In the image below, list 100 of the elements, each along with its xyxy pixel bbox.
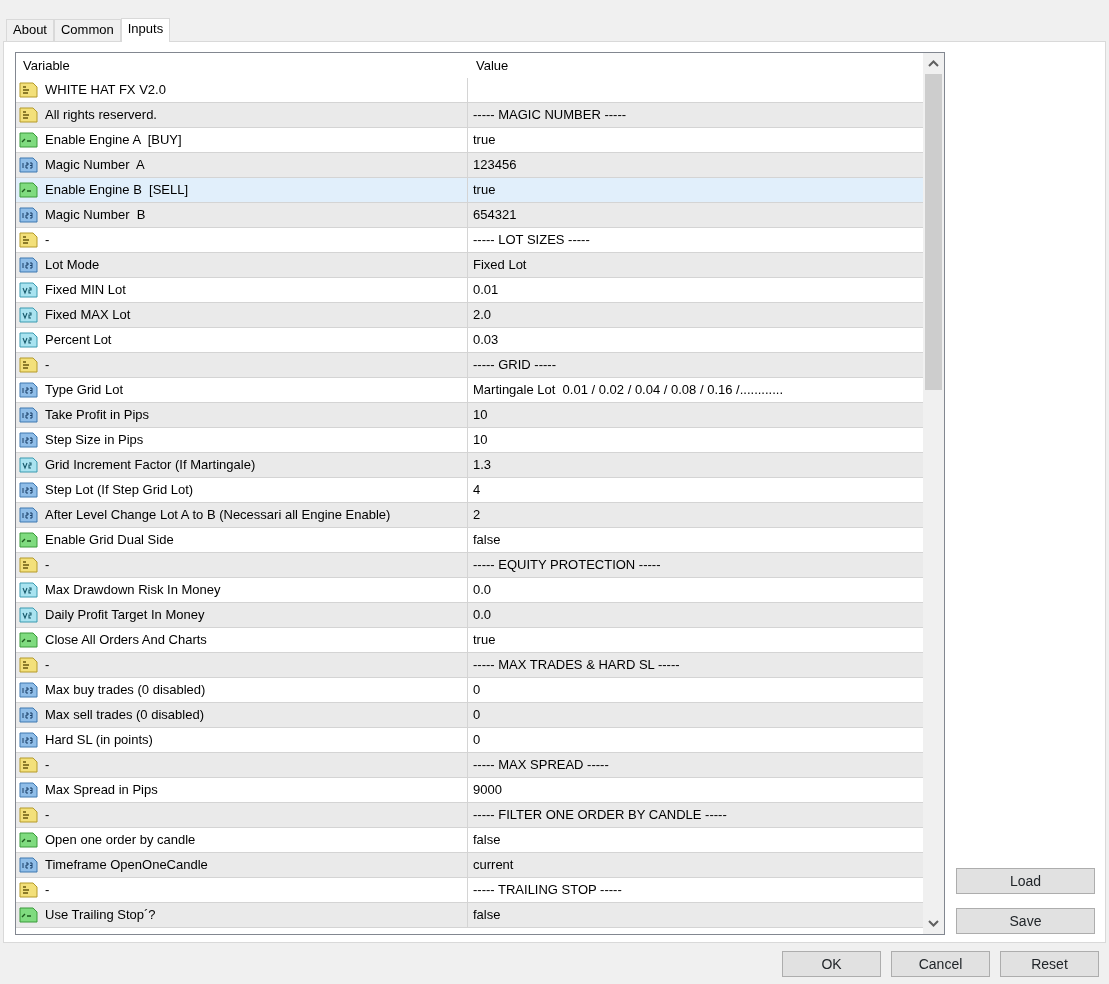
table-row[interactable]: Magic Number B 654321 <box>16 203 923 228</box>
table-row[interactable]: Daily Profit Target In Money 0.0 <box>16 603 923 628</box>
variable-name: - <box>45 356 50 375</box>
decimal-type-icon <box>19 281 38 299</box>
value-text: 10 <box>473 407 488 423</box>
value-text: 0.0 <box>473 582 492 598</box>
toggle-type-icon <box>19 131 38 149</box>
dialog-button[interactable]: Reset <box>1000 951 1099 977</box>
number-type-icon <box>19 706 38 724</box>
table-row[interactable]: After Level Change Lot A to B (Necessari all Engine Enable) 2 <box>16 503 923 528</box>
table-row[interactable]: Take Profit in Pips 10 <box>16 403 923 428</box>
value-text: 0.0 <box>473 607 492 623</box>
variable-name: Magic Number A <box>45 156 145 175</box>
value-text: Fixed Lot <box>473 257 527 273</box>
scroll-up-icon[interactable] <box>928 60 939 67</box>
value-text: false <box>473 907 501 923</box>
column-header[interactable]: Value <box>469 55 509 76</box>
dialog-button[interactable]: Cancel <box>891 951 990 977</box>
table-row[interactable]: Magic Number A 123456 <box>16 153 923 178</box>
value-text: ----- LOT SIZES ----- <box>473 232 590 248</box>
scrollbar[interactable] <box>923 53 944 934</box>
value-text: false <box>473 832 501 848</box>
variable-name: Fixed MIN Lot <box>45 281 126 300</box>
value-text: ----- FILTER ONE ORDER BY CANDLE ----- <box>473 807 727 823</box>
variable-name: Enable Grid Dual Side <box>45 531 174 550</box>
variable-name: Magic Number B <box>45 206 146 225</box>
variable-name: - <box>45 756 50 775</box>
variable-name: Max Spread in Pips <box>45 781 158 800</box>
variable-name: Step Size in Pips <box>45 431 144 450</box>
value-text: true <box>473 632 496 648</box>
value-text: Martingale Lot 0.01 / 0.02 / 0.04 / 0.08 / 0.16 /............ <box>473 382 784 398</box>
table-row[interactable]: Enable Engine B [SELL] true <box>16 178 923 203</box>
value-text: 2 <box>473 507 481 523</box>
table-row[interactable]: Grid Increment Factor (If Martingale) 1.3 <box>16 453 923 478</box>
toggle-type-icon <box>19 906 38 924</box>
number-type-icon <box>19 681 38 699</box>
number-type-icon <box>19 206 38 224</box>
variable-name: - <box>45 881 50 900</box>
decimal-type-icon <box>19 306 38 324</box>
table-row[interactable]: Max sell trades (0 disabled) 0 <box>16 703 923 728</box>
variable-name: - <box>45 231 50 250</box>
variable-name: Timeframe OpenOneCandle <box>45 856 208 875</box>
table-row[interactable]: All rights reserverd. ----- MAGIC NUMBER ----- <box>16 103 923 128</box>
variable-name: Use Trailing Stop´? <box>45 906 156 925</box>
decimal-type-icon <box>19 581 38 599</box>
scroll-down-icon[interactable] <box>928 920 939 927</box>
variable-name: Daily Profit Target In Money <box>45 606 205 625</box>
table-row[interactable]: Fixed MAX Lot 2.0 <box>16 303 923 328</box>
toggle-type-icon <box>19 181 38 199</box>
number-type-icon <box>19 256 38 274</box>
column-header[interactable]: Variable <box>16 55 469 76</box>
variable-name: Take Profit in Pips <box>45 406 150 425</box>
value-text: 0.03 <box>473 332 499 348</box>
text-type-icon <box>19 106 38 124</box>
number-type-icon <box>19 156 38 174</box>
tab[interactable]: Inputs <box>120 18 171 42</box>
value-text: 123456 <box>473 157 517 173</box>
value-text: ----- MAX SPREAD ----- <box>473 757 609 773</box>
value-text: false <box>473 532 501 548</box>
decimal-type-icon <box>19 606 38 624</box>
variable-name: Max buy trades (0 disabled) <box>45 681 206 700</box>
variable-name: - <box>45 556 50 575</box>
variable-name: Hard SL (in points) <box>45 731 153 750</box>
variable-name: Step Lot (If Step Grid Lot) <box>45 481 194 500</box>
number-type-icon <box>19 406 38 424</box>
value-text: 0 <box>473 682 481 698</box>
table-row[interactable]: Timeframe OpenOneCandle current <box>16 853 923 878</box>
table-row[interactable]: - ----- GRID ----- <box>16 353 923 378</box>
value-text: ----- MAGIC NUMBER ----- <box>473 107 627 123</box>
decimal-type-icon <box>19 331 38 349</box>
scroll-thumb[interactable] <box>925 74 942 390</box>
number-type-icon <box>19 431 38 449</box>
table-row[interactable]: Lot Mode Fixed Lot <box>16 253 923 278</box>
side-button[interactable]: Load <box>956 868 1095 894</box>
value-text: ----- TRAILING STOP ----- <box>473 882 622 898</box>
value-text: true <box>473 182 496 198</box>
variable-name: Fixed MAX Lot <box>45 306 131 325</box>
text-type-icon <box>19 556 38 574</box>
table-row[interactable]: - ----- FILTER ONE ORDER BY CANDLE ----- <box>16 803 923 828</box>
variable-name: - <box>45 656 50 675</box>
dialog-button[interactable]: OK <box>782 951 881 977</box>
value-text: 1.3 <box>473 457 492 473</box>
table-row[interactable]: - ----- MAX SPREAD ----- <box>16 753 923 778</box>
decimal-type-icon <box>19 456 38 474</box>
number-type-icon <box>19 856 38 874</box>
table-row[interactable]: - ----- MAX TRADES & HARD SL ----- <box>16 653 923 678</box>
text-type-icon <box>19 756 38 774</box>
table-row[interactable]: - ----- EQUITY PROTECTION ----- <box>16 553 923 578</box>
value-text: ----- GRID ----- <box>473 357 556 373</box>
value-text: 0.01 <box>473 282 499 298</box>
toggle-type-icon <box>19 831 38 849</box>
side-button[interactable]: Save <box>956 908 1095 934</box>
table-row[interactable]: Use Trailing Stop´? false <box>16 903 923 928</box>
number-type-icon <box>19 731 38 749</box>
text-type-icon <box>19 656 38 674</box>
text-type-icon <box>19 806 38 824</box>
value-text: 654321 <box>473 207 517 223</box>
variable-name: Percent Lot <box>45 331 112 350</box>
tab[interactable]: Common <box>54 19 121 41</box>
tab[interactable]: About <box>6 19 54 41</box>
